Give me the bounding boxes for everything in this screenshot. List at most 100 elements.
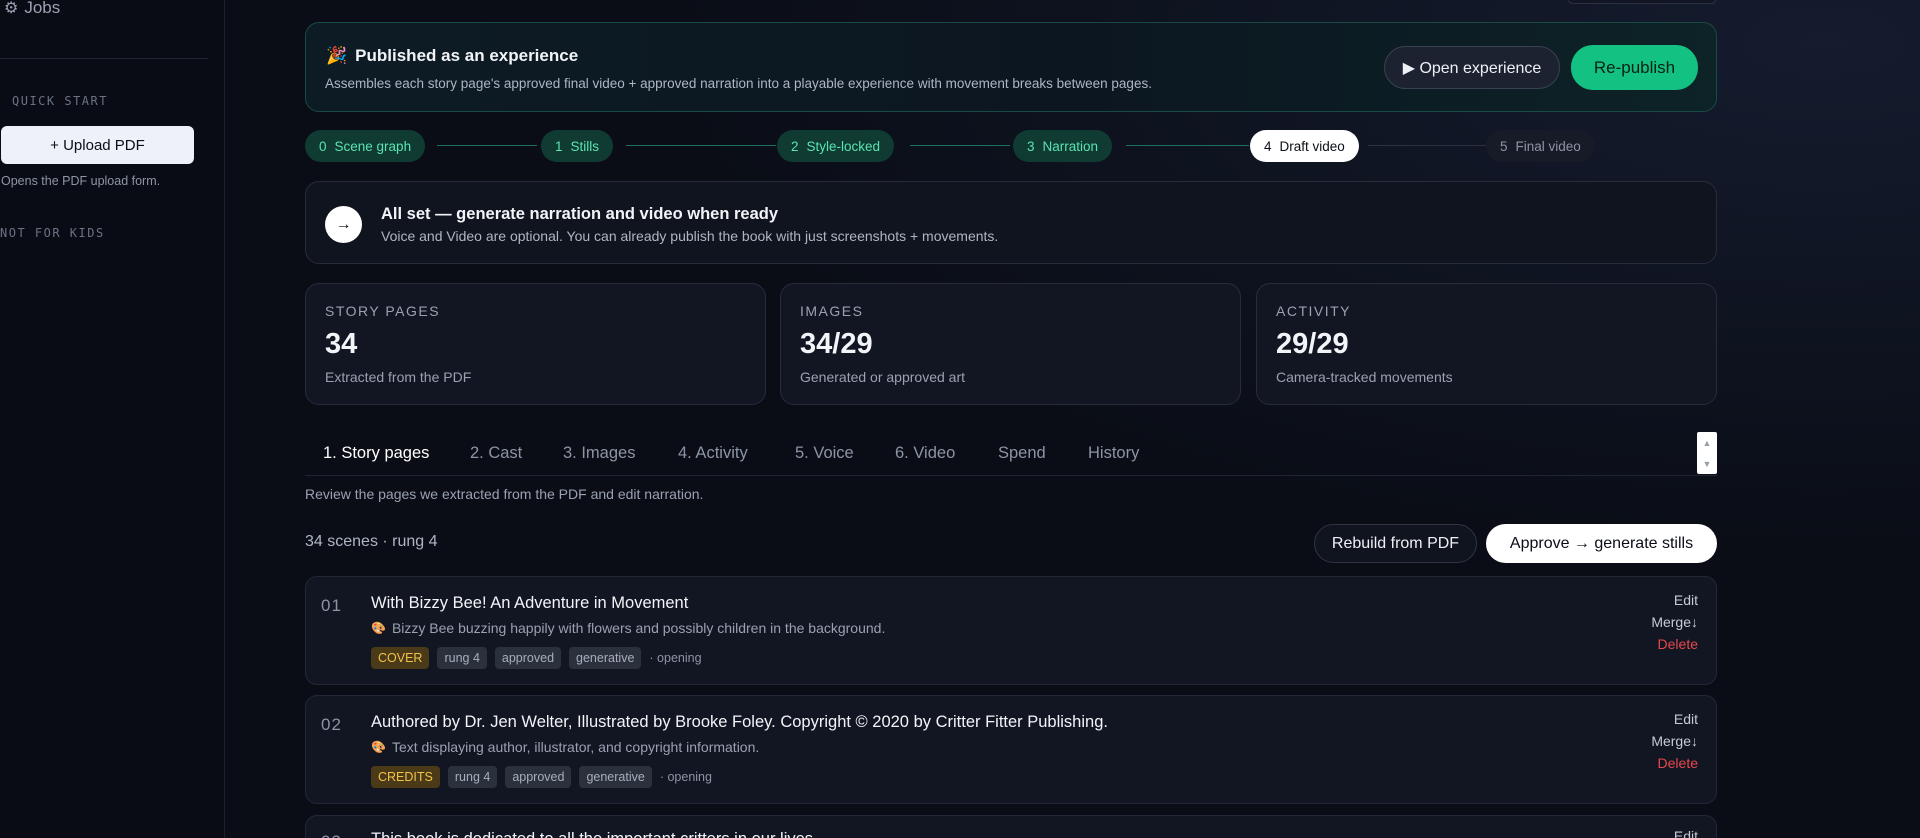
stat-card-activity: ACTIVITY 29/29 Camera-tracked movements: [1256, 283, 1717, 405]
tab-description: Review the pages we extracted from the P…: [305, 486, 704, 502]
stat-value: 34: [325, 328, 358, 360]
step-draft-video[interactable]: 4 Draft video: [1250, 130, 1359, 162]
stat-subtitle: Generated or approved art: [800, 369, 965, 385]
sidebar-item-label: Jobs: [24, 0, 61, 17]
scene-row[interactable]: 02 Authored by Dr. Jen Welter, Illustrat…: [305, 695, 1717, 804]
scene-note: · opening: [659, 770, 712, 784]
delete-scene-link[interactable]: Delete: [1658, 755, 1698, 771]
scene-row[interactable]: 03 This book is dedicated to all the imp…: [305, 815, 1717, 838]
step-label: Draft video: [1279, 138, 1345, 154]
scene-tag: rung 4: [437, 647, 487, 669]
step-narration[interactable]: 3 Narration: [1013, 130, 1113, 162]
step-label: Scene graph: [334, 138, 412, 154]
scene-description: 🎨 Bizzy Bee buzzing happily with flowers…: [371, 620, 885, 636]
stat-value: 29/29: [1276, 328, 1349, 360]
approve-generate-stills-button[interactable]: Approve → generate stills: [1486, 524, 1717, 563]
notice-title: All set — generate narration and video w…: [381, 205, 779, 223]
scene-tag: generative: [569, 647, 642, 669]
merge-down-link[interactable]: Merge↓: [1651, 733, 1698, 749]
section-tabs: 1. Story pages 2. Cast 3. Images 4. Acti…: [305, 430, 1717, 476]
step-number: 4: [1264, 138, 1272, 154]
ready-notice: → All set — generate narration and video…: [305, 181, 1717, 264]
gear-icon: ⚙: [4, 0, 19, 17]
step-connector: [1368, 145, 1488, 146]
stat-subtitle: Extracted from the PDF: [325, 369, 472, 385]
publish-card: 🎉 Published as an experience Assembles e…: [305, 22, 1717, 112]
tab-images[interactable]: 3. Images: [563, 444, 635, 463]
step-label: Final video: [1515, 138, 1581, 154]
party-popper-icon: 🎉: [326, 46, 348, 65]
scene-number: 02: [321, 715, 342, 734]
scene-kind-badge: CREDITS: [371, 766, 440, 788]
tab-video[interactable]: 6. Video: [895, 444, 955, 463]
step-connector: [1126, 145, 1249, 146]
rebuild-from-pdf-button[interactable]: Rebuild from PDF: [1314, 524, 1477, 563]
tab-activity[interactable]: 4. Activity: [678, 444, 748, 463]
palette-icon: 🎨: [371, 740, 386, 754]
edit-scene-link[interactable]: Edit: [1674, 592, 1698, 608]
step-number: 1: [555, 138, 563, 154]
tab-story-pages[interactable]: 1. Story pages: [323, 444, 429, 463]
stat-label: STORY PAGES: [325, 303, 441, 319]
stat-card-images: IMAGES 34/29 Generated or approved art: [780, 283, 1241, 405]
scene-tags: CREDITS rung 4 approved generative · ope…: [371, 766, 712, 788]
arrow-right-icon: →: [325, 206, 362, 243]
merge-down-link[interactable]: Merge↓: [1651, 614, 1698, 630]
scene-row[interactable]: 01 With Bizzy Bee! An Adventure in Movem…: [305, 576, 1717, 685]
publish-title: 🎉 Published as an experience: [326, 46, 578, 66]
upload-hint: Opens the PDF upload form.: [1, 174, 161, 188]
stat-label: IMAGES: [800, 303, 864, 319]
scene-actions: Edit: [1674, 828, 1698, 838]
sidebar-divider: [0, 58, 208, 59]
scene-description: 🎨 Text displaying author, illustrator, a…: [371, 739, 759, 755]
scene-tag: approved: [494, 647, 562, 669]
delete-scene-link[interactable]: Delete: [1658, 636, 1698, 652]
scroll-up-icon[interactable]: ▲: [1703, 438, 1712, 448]
republish-button[interactable]: Re-publish: [1571, 45, 1698, 90]
tab-history[interactable]: History: [1088, 444, 1139, 463]
step-connector: [626, 145, 776, 146]
step-label: Style-locked: [806, 138, 881, 154]
scene-title: With Bizzy Bee! An Adventure in Movement: [371, 594, 689, 612]
tab-cast[interactable]: 2. Cast: [470, 444, 522, 463]
step-number: 0: [319, 138, 327, 154]
step-number: 5: [1500, 138, 1508, 154]
tab-voice[interactable]: 5. Voice: [795, 444, 854, 463]
stat-label: ACTIVITY: [1276, 303, 1352, 319]
sidebar: ⚙ Jobs QUICK START + Upload PDF Opens th…: [0, 0, 225, 838]
scene-number: 03: [321, 832, 342, 838]
scene-kind-badge: COVER: [371, 647, 430, 669]
scene-note: · opening: [649, 651, 702, 665]
step-connector: [437, 145, 537, 146]
step-number: 2: [791, 138, 799, 154]
palette-icon: 🎨: [371, 621, 386, 635]
not-for-kids-heading: NOT FOR KIDS: [0, 226, 105, 240]
scene-title: Authored by Dr. Jen Welter, Illustrated …: [371, 713, 1108, 731]
step-stills[interactable]: 1 Stills: [541, 130, 614, 162]
step-number: 3: [1027, 138, 1035, 154]
publish-description: Assembles each story page's approved fin…: [325, 76, 1152, 91]
step-final-video[interactable]: 5 Final video: [1486, 130, 1595, 162]
top-control-edge: [1567, 0, 1717, 4]
scene-number: 01: [321, 596, 342, 615]
step-label: Stills: [570, 138, 600, 154]
open-experience-button[interactable]: ▶ Open experience: [1384, 46, 1560, 89]
scene-count: 34 scenes · rung 4: [305, 533, 438, 550]
scene-description-text: Text displaying author, illustrator, and…: [391, 739, 760, 755]
sidebar-item-jobs[interactable]: ⚙ Jobs: [4, 0, 60, 18]
stat-subtitle: Camera-tracked movements: [1276, 369, 1453, 385]
tab-scroller[interactable]: ▲ ▼: [1697, 432, 1717, 474]
edit-scene-link[interactable]: Edit: [1674, 828, 1698, 838]
tab-spend[interactable]: Spend: [998, 444, 1046, 463]
scroll-down-icon[interactable]: ▼: [1703, 459, 1712, 469]
scene-actions: Edit Merge↓ Delete: [1651, 711, 1698, 771]
scene-title: This book is dedicated to all the import…: [371, 830, 813, 838]
upload-pdf-button[interactable]: + Upload PDF: [1, 126, 194, 164]
edit-scene-link[interactable]: Edit: [1674, 711, 1698, 727]
step-style-locked[interactable]: 2 Style-locked: [777, 130, 895, 162]
stat-card-story-pages: STORY PAGES 34 Extracted from the PDF: [305, 283, 766, 405]
scene-tags: COVER rung 4 approved generative · openi…: [371, 647, 702, 669]
pipeline-stepper: 0 Scene graph 1 Stills 2 Style-locked 3 …: [305, 130, 1717, 162]
step-scene-graph[interactable]: 0 Scene graph: [305, 130, 426, 162]
publish-title-text: Published as an experience: [355, 46, 579, 65]
